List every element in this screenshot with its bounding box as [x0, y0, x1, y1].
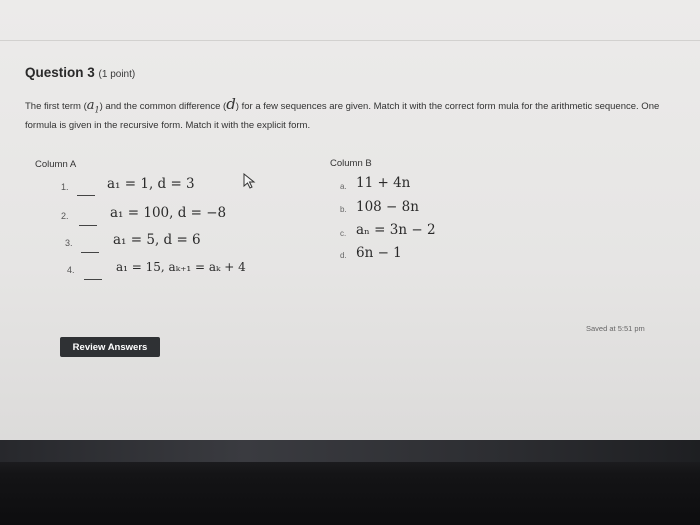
column-a-expression: a₁ = 100, d = −8	[110, 205, 227, 221]
column-b-header: Column B	[330, 158, 372, 169]
column-a-expression: a₁ = 5, d = 6	[113, 232, 201, 248]
question-label: Question 3	[25, 65, 95, 80]
monitor-bezel-edge	[0, 440, 700, 462]
prompt-text-1: The first term (	[25, 101, 87, 112]
column-a-expression: a₁ = 15, aₖ₊₁ = aₖ + 4	[116, 260, 246, 274]
column-b-expression: 11 + 4n	[356, 175, 411, 191]
review-answers-button[interactable]: Review Answers	[60, 337, 160, 357]
question-prompt: The first term (a1) and the common diffe…	[25, 97, 675, 133]
row-number: 2.	[61, 211, 69, 221]
row-number: 4.	[67, 265, 75, 275]
answer-blank-2[interactable]	[79, 225, 97, 226]
column-a-expression: a₁ = 1, d = 3	[107, 176, 195, 192]
row-number: 3.	[65, 238, 73, 248]
option-letter: a.	[340, 182, 347, 191]
column-b-expression: aₙ = 3n − 2	[356, 222, 436, 238]
question-title: Question 3 (1 point)	[25, 65, 135, 80]
answer-blank-3[interactable]	[81, 252, 99, 253]
d-symbol: d	[226, 95, 236, 113]
divider	[0, 40, 700, 41]
prompt-text-2: ) and the common difference (	[99, 101, 227, 112]
column-a-header: Column A	[35, 159, 77, 170]
question-points: (1 point)	[98, 69, 136, 80]
row-number: 1.	[61, 182, 69, 192]
option-letter: b.	[340, 205, 347, 214]
a1-symbol: a1	[86, 98, 100, 115]
answer-blank-4[interactable]	[84, 279, 102, 280]
answer-blank-1[interactable]	[77, 195, 95, 196]
column-b-expression: 6n − 1	[356, 245, 402, 261]
saved-status: Saved at 5:51 pm	[586, 324, 645, 333]
column-b-expression: 108 − 8n	[356, 199, 419, 215]
mouse-pointer-icon	[243, 173, 256, 189]
option-letter: d.	[340, 251, 347, 260]
option-letter: c.	[340, 229, 347, 238]
